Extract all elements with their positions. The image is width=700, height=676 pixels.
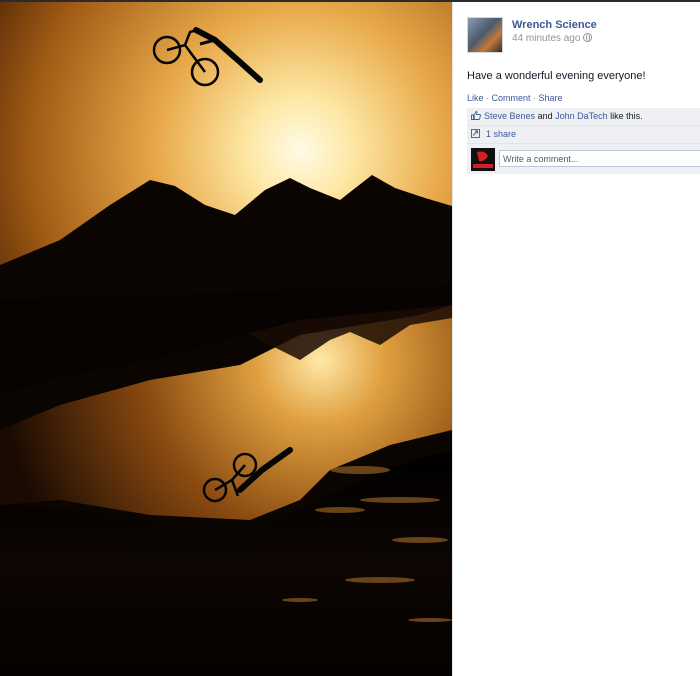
globe-icon[interactable] xyxy=(583,33,593,42)
post-message: Have a wonderful evening everyone! xyxy=(467,70,646,82)
shares-count-link[interactable]: 1 share xyxy=(486,129,516,139)
page-avatar[interactable] xyxy=(467,17,503,53)
likes-row: Steve Benes and John DaTech like this. xyxy=(467,108,700,126)
bike-logo-icon xyxy=(471,148,495,171)
liker-name[interactable]: Steve Benes xyxy=(484,111,535,121)
viewer-avatar xyxy=(471,148,495,171)
share-link[interactable]: Share xyxy=(539,93,563,103)
action-separator: · xyxy=(530,93,539,103)
liker-name[interactable]: John DaTech xyxy=(555,111,608,121)
top-border xyxy=(0,0,700,2)
post-photo[interactable] xyxy=(0,0,452,676)
comment-input[interactable] xyxy=(499,150,700,167)
like-link[interactable]: Like xyxy=(467,93,484,103)
shares-row: 1 share xyxy=(467,126,700,144)
share-icon xyxy=(471,129,480,138)
thumbs-up-icon xyxy=(471,111,481,120)
action-separator: · xyxy=(483,93,492,103)
timestamp-text[interactable]: 44 minutes ago xyxy=(512,33,580,44)
likes-suffix: like this. xyxy=(610,111,643,121)
post-details-panel: Wrench Science 44 minutes ago Have a won… xyxy=(452,0,700,676)
comment-link[interactable]: Comment xyxy=(492,93,531,103)
likes-joiner: and xyxy=(537,111,553,121)
post-timestamp: 44 minutes ago xyxy=(512,33,593,44)
page-name-link[interactable]: Wrench Science xyxy=(512,19,597,31)
post-actions: Like · Comment · Share xyxy=(467,93,563,103)
comment-composer xyxy=(467,144,700,174)
feedback-box: Steve Benes and John DaTech like this. 1… xyxy=(467,108,700,174)
